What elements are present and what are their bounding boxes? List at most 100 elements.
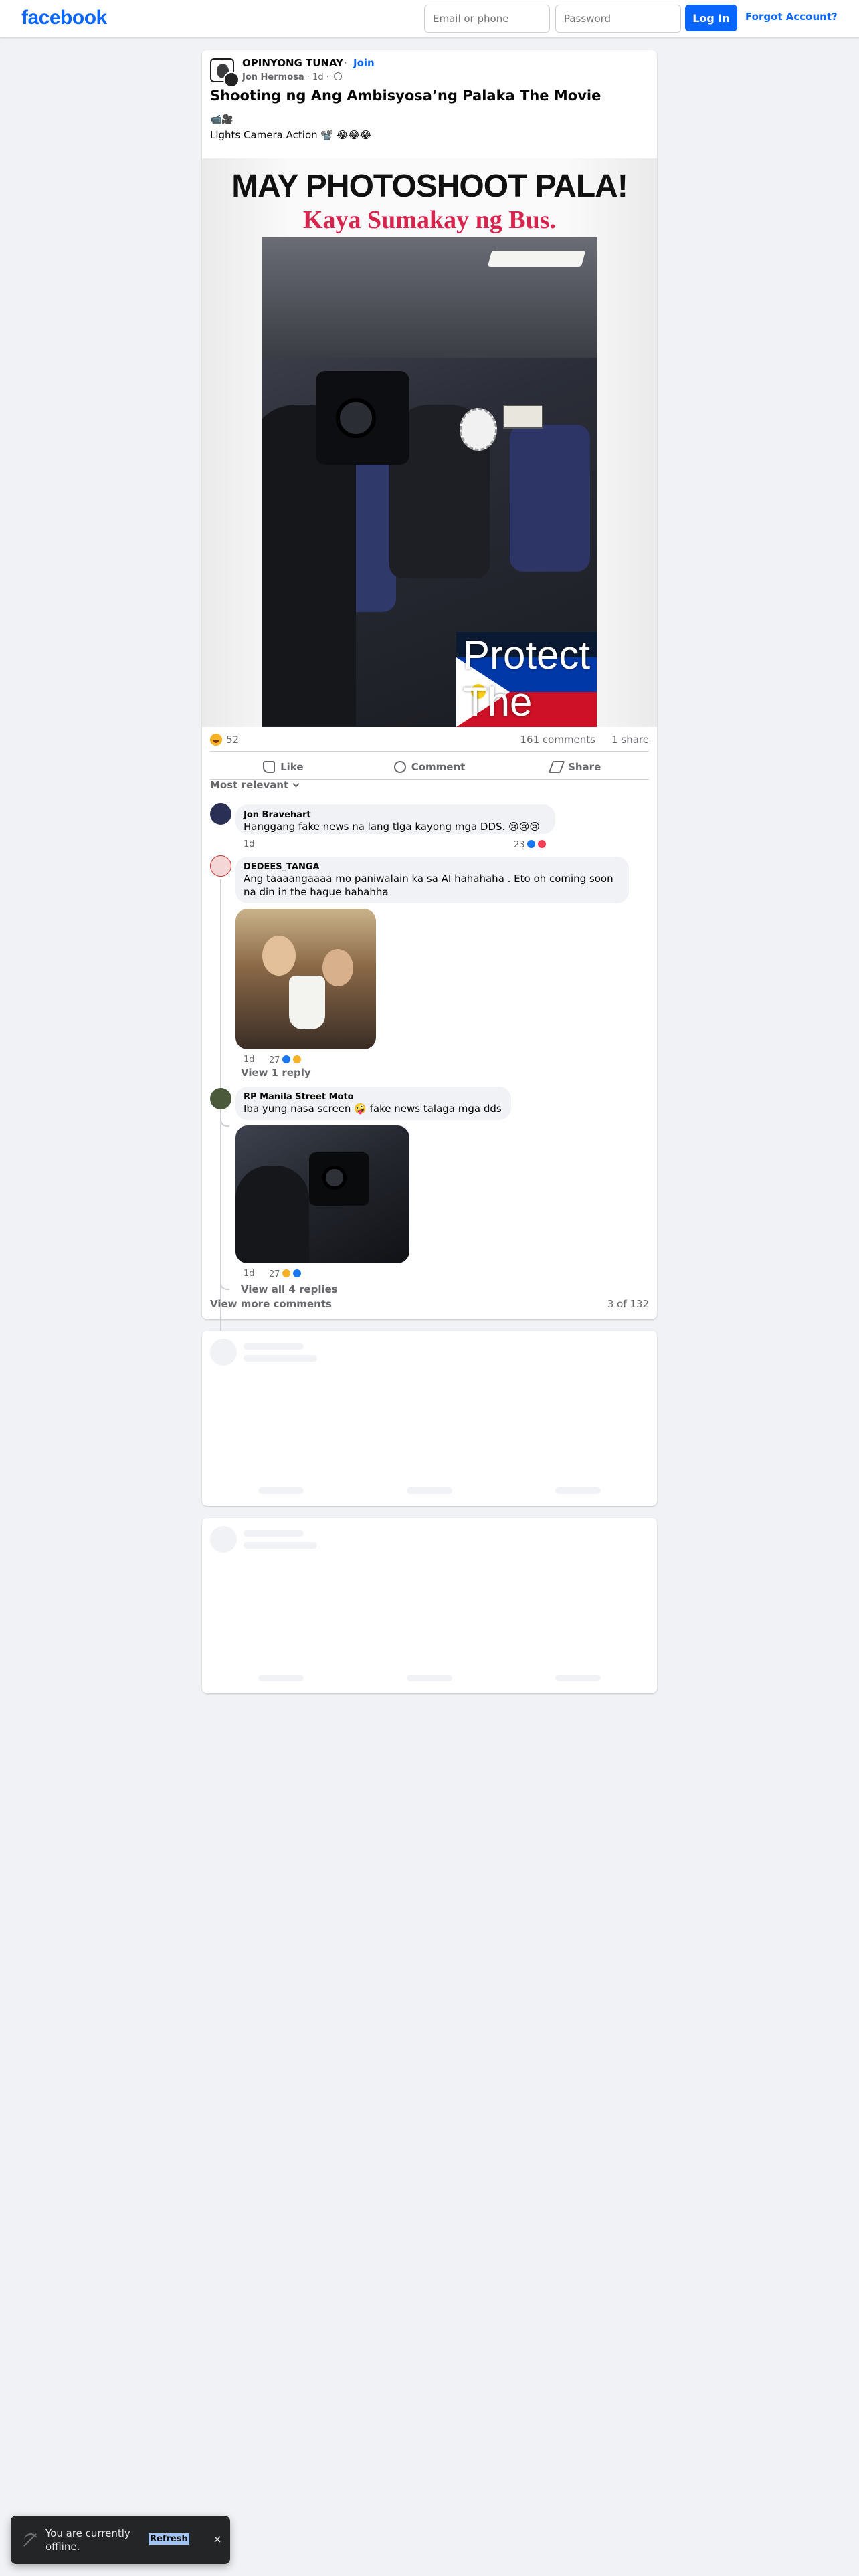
skeleton-line: [244, 1343, 304, 1350]
post-actions: Like Comment Share: [210, 754, 649, 780]
comment-time[interactable]: 1d: [244, 1269, 255, 1279]
commenter-name[interactable]: DEDEES_TANGA: [244, 862, 621, 872]
refresh-button[interactable]: Refresh: [149, 2533, 189, 2545]
skeleton-line: [244, 1530, 304, 1537]
comment-photo[interactable]: [235, 1125, 409, 1263]
haha-reaction-icon: [292, 1055, 302, 1064]
post-emoji-line: 📹🎥: [210, 114, 233, 125]
bus-photo: Protect The VP: [262, 237, 597, 727]
email-field[interactable]: [424, 5, 550, 33]
comment-bubble: Jon Bravehart Hanggang fake news na lang…: [235, 804, 555, 834]
haha-reaction-icon: [281, 1269, 291, 1278]
share-button[interactable]: Share: [502, 754, 649, 780]
skeleton-line: [258, 1487, 304, 1494]
author-avatar[interactable]: [223, 72, 240, 88]
comment-photo[interactable]: [235, 909, 376, 1049]
group-name[interactable]: OPINYONG TUNAY: [242, 57, 343, 69]
comment-reaction-count: 27: [269, 1269, 280, 1279]
offline-message: You are currently offline.: [45, 2527, 130, 2553]
reaction-summary: 52 161 comments 1 share: [210, 734, 649, 748]
photo-person-face: [262, 936, 296, 976]
skeleton-line: [555, 1487, 601, 1494]
share-icon: [548, 761, 565, 773]
comment-button[interactable]: Comment: [357, 754, 503, 780]
globe-icon: [333, 72, 342, 80]
skeleton-avatar: [210, 1339, 237, 1366]
view-replies-link[interactable]: View 1 reply: [241, 1067, 311, 1079]
comment-label: Comment: [411, 761, 466, 773]
comment-reactions[interactable]: 27: [269, 1269, 302, 1279]
share-label: Share: [568, 761, 601, 773]
comment-time[interactable]: 1d: [244, 1055, 255, 1065]
camera-lens: [336, 398, 376, 438]
post-card: OPINYONG TUNAY · Join Jon Hermosa · 1d ·…: [202, 50, 657, 1333]
facebook-logo[interactable]: facebook: [21, 7, 107, 29]
view-replies-link[interactable]: View all 4 replies: [241, 1283, 338, 1295]
sort-label: Most relevant: [210, 779, 289, 791]
photo-operator: [235, 1166, 309, 1263]
image-headline: MAY PHOTOSHOOT PALA!: [231, 169, 628, 204]
comment-text: Ang taaaangaaaa mo paniwalain ka sa AI h…: [244, 873, 613, 898]
photo-person-face: [322, 949, 353, 986]
commenter-name[interactable]: RP Manila Street Moto: [244, 1092, 503, 1102]
loading-post-placeholder: [202, 1518, 657, 1693]
divider: [210, 751, 649, 752]
comment-reactions[interactable]: 23: [514, 839, 547, 850]
commenter-avatar[interactable]: [210, 855, 231, 877]
skeleton-line: [407, 1675, 452, 1681]
thumbs-up-icon: [263, 761, 276, 773]
author-name[interactable]: Jon Hermosa: [242, 72, 304, 82]
skeleton-line: [258, 1675, 304, 1681]
separator: ·: [344, 57, 347, 69]
comment-time[interactable]: 1d: [244, 839, 255, 849]
commenter-name[interactable]: Jon Bravehart: [244, 810, 547, 820]
image-subheadline: Kaya Sumakay ng Bus.: [302, 206, 556, 234]
skeleton-line: [555, 1675, 601, 1681]
comment-reactions[interactable]: 27: [269, 1055, 302, 1065]
post-avatar[interactable]: [210, 58, 240, 88]
comment-reaction-count: 27: [269, 1055, 280, 1065]
obscured-face: [460, 408, 497, 451]
post-text: Lights Camera Action 📽️ 😂😂😂: [210, 129, 372, 141]
comment-text: Iba yung nasa screen 🤪 fake news talaga …: [244, 1103, 502, 1115]
login-button[interactable]: Log In: [685, 5, 737, 31]
like-button[interactable]: Like: [210, 754, 357, 780]
comment-bubble: DEDEES_TANGA Ang taaaangaaaa mo paniwala…: [235, 857, 629, 903]
chevron-down-icon: [292, 780, 300, 788]
comment-reaction-count: 23: [514, 840, 525, 850]
post-time[interactable]: · 1d ·: [304, 72, 332, 82]
comment-text: Hanggang fake news na lang tlga kayong m…: [244, 821, 540, 833]
commenter-avatar[interactable]: [210, 803, 231, 825]
reaction-count[interactable]: 52: [226, 734, 239, 746]
skeleton-line: [244, 1542, 317, 1549]
shares-count[interactable]: 1 share: [611, 734, 649, 746]
post-meta: Jon Hermosa · 1d ·: [242, 72, 342, 82]
close-icon[interactable]: ×: [210, 2532, 225, 2547]
wifi-off-icon: [24, 2533, 37, 2547]
image-overlay-text: Protect The VP: [463, 633, 591, 727]
ceiling-light: [487, 251, 586, 267]
bus-seat-right: [510, 425, 590, 572]
forgot-account-link[interactable]: Forgot Account?: [745, 11, 838, 23]
like-reaction-icon: [281, 1055, 291, 1064]
camera-lens: [322, 1166, 347, 1190]
top-bar: facebook Log In Forgot Account?: [0, 0, 859, 37]
skeleton-avatar: [210, 1526, 237, 1553]
comment-pager: 3 of 132: [607, 1298, 649, 1310]
haha-icon[interactable]: [210, 734, 222, 746]
password-field[interactable]: [555, 5, 681, 33]
view-more-comments-link[interactable]: View more comments: [210, 1298, 332, 1310]
post-image[interactable]: MAY PHOTOSHOOT PALA! Kaya Sumakay ng Bus…: [202, 158, 657, 727]
like-label: Like: [280, 761, 304, 773]
comment-icon: [393, 761, 406, 773]
skeleton-line: [407, 1487, 452, 1494]
like-reaction-icon: [526, 839, 536, 849]
join-button[interactable]: Join: [353, 57, 375, 69]
comment-sort-dropdown[interactable]: Most relevant: [210, 779, 300, 791]
comment-bubble: RP Manila Street Moto Iba yung nasa scre…: [235, 1087, 511, 1120]
urn-icon: [289, 976, 325, 1029]
commenter-avatar[interactable]: [210, 1088, 231, 1109]
comments-count[interactable]: 161 comments: [520, 734, 595, 746]
loading-post-placeholder: [202, 1331, 657, 1506]
love-reaction-icon: [537, 839, 547, 849]
